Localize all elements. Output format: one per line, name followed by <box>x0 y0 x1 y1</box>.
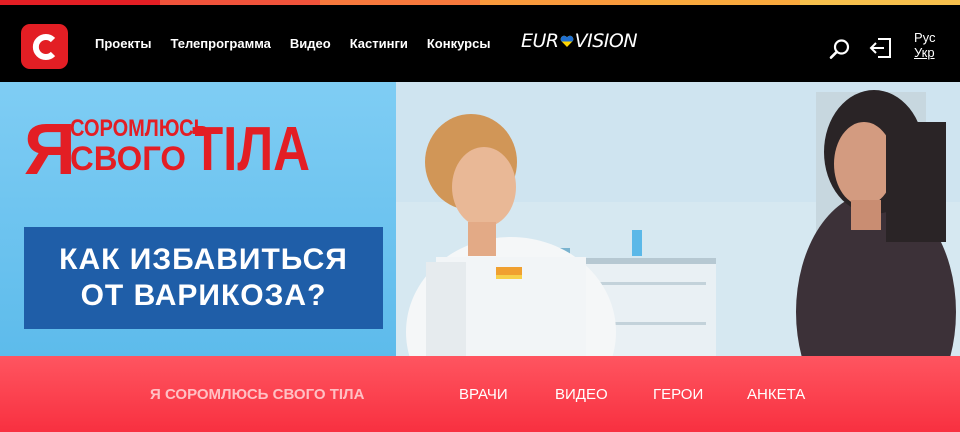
eurovision-link[interactable]: EUR VISION <box>521 30 638 52</box>
nav-video[interactable]: Видео <box>290 36 331 51</box>
search-icon[interactable] <box>829 38 851 60</box>
subnav-heroes[interactable]: ГЕРОИ <box>653 386 703 403</box>
show-logo-tila: ТІЛА <box>192 115 310 184</box>
show-logo-ya: Я <box>24 110 76 186</box>
channel-logo[interactable] <box>21 24 68 69</box>
hero-photo <box>396 82 960 356</box>
subnav-doctors[interactable]: ВРАЧИ <box>459 386 508 403</box>
nav-projects[interactable]: Проекты <box>95 36 151 51</box>
doctor-patient-image <box>396 82 960 356</box>
show-logo-line2: СВОГО <box>70 140 186 178</box>
login-icon[interactable] <box>869 36 893 60</box>
eurovision-right: VISION <box>574 30 638 52</box>
nav-contests[interactable]: Конкурсы <box>427 36 491 51</box>
main-nav: Проекты Телепрограмма Видео Кастинги Кон… <box>95 36 509 51</box>
headline-line1: КАК ИЗБАВИТЬСЯ <box>59 243 348 276</box>
lang-uk[interactable]: Укр <box>914 45 936 60</box>
language-switcher: Рус Укр <box>914 30 936 60</box>
nav-castings[interactable]: Кастинги <box>350 36 408 51</box>
show-subnav: Я СОРОМЛЮСЬ СВОГО ТІЛА ВРАЧИ ВИДЕО ГЕРОИ… <box>0 356 960 432</box>
subnav-video[interactable]: ВИДЕО <box>555 386 608 403</box>
nav-tv-schedule[interactable]: Телепрограмма <box>170 36 270 51</box>
subnav-brand[interactable]: Я СОРОМЛЮСЬ СВОГО ТІЛА <box>150 386 364 403</box>
ukraine-heart-icon <box>560 35 573 47</box>
show-logo-line1: СОРОМЛЮСЬ <box>70 115 208 142</box>
headline-line2: ОТ ВАРИКОЗА? <box>80 279 327 312</box>
hero-banner[interactable]: Я СОРОМЛЮСЬ СВОГО ТІЛА КАК ИЗБАВИТЬСЯ ОТ… <box>0 82 960 356</box>
lang-ru[interactable]: Рус <box>914 30 936 45</box>
show-logo[interactable]: Я СОРОМЛЮСЬ СВОГО ТІЛА <box>24 104 314 186</box>
eurovision-left: EUR <box>521 30 559 52</box>
subnav-questionnaire[interactable]: АНКЕТА <box>747 386 805 403</box>
channel-c-logo-icon <box>32 33 55 60</box>
headline-box[interactable]: КАК ИЗБАВИТЬСЯ ОТ ВАРИКОЗА? <box>24 227 383 329</box>
site-header: Проекты Телепрограмма Видео Кастинги Кон… <box>0 5 960 82</box>
